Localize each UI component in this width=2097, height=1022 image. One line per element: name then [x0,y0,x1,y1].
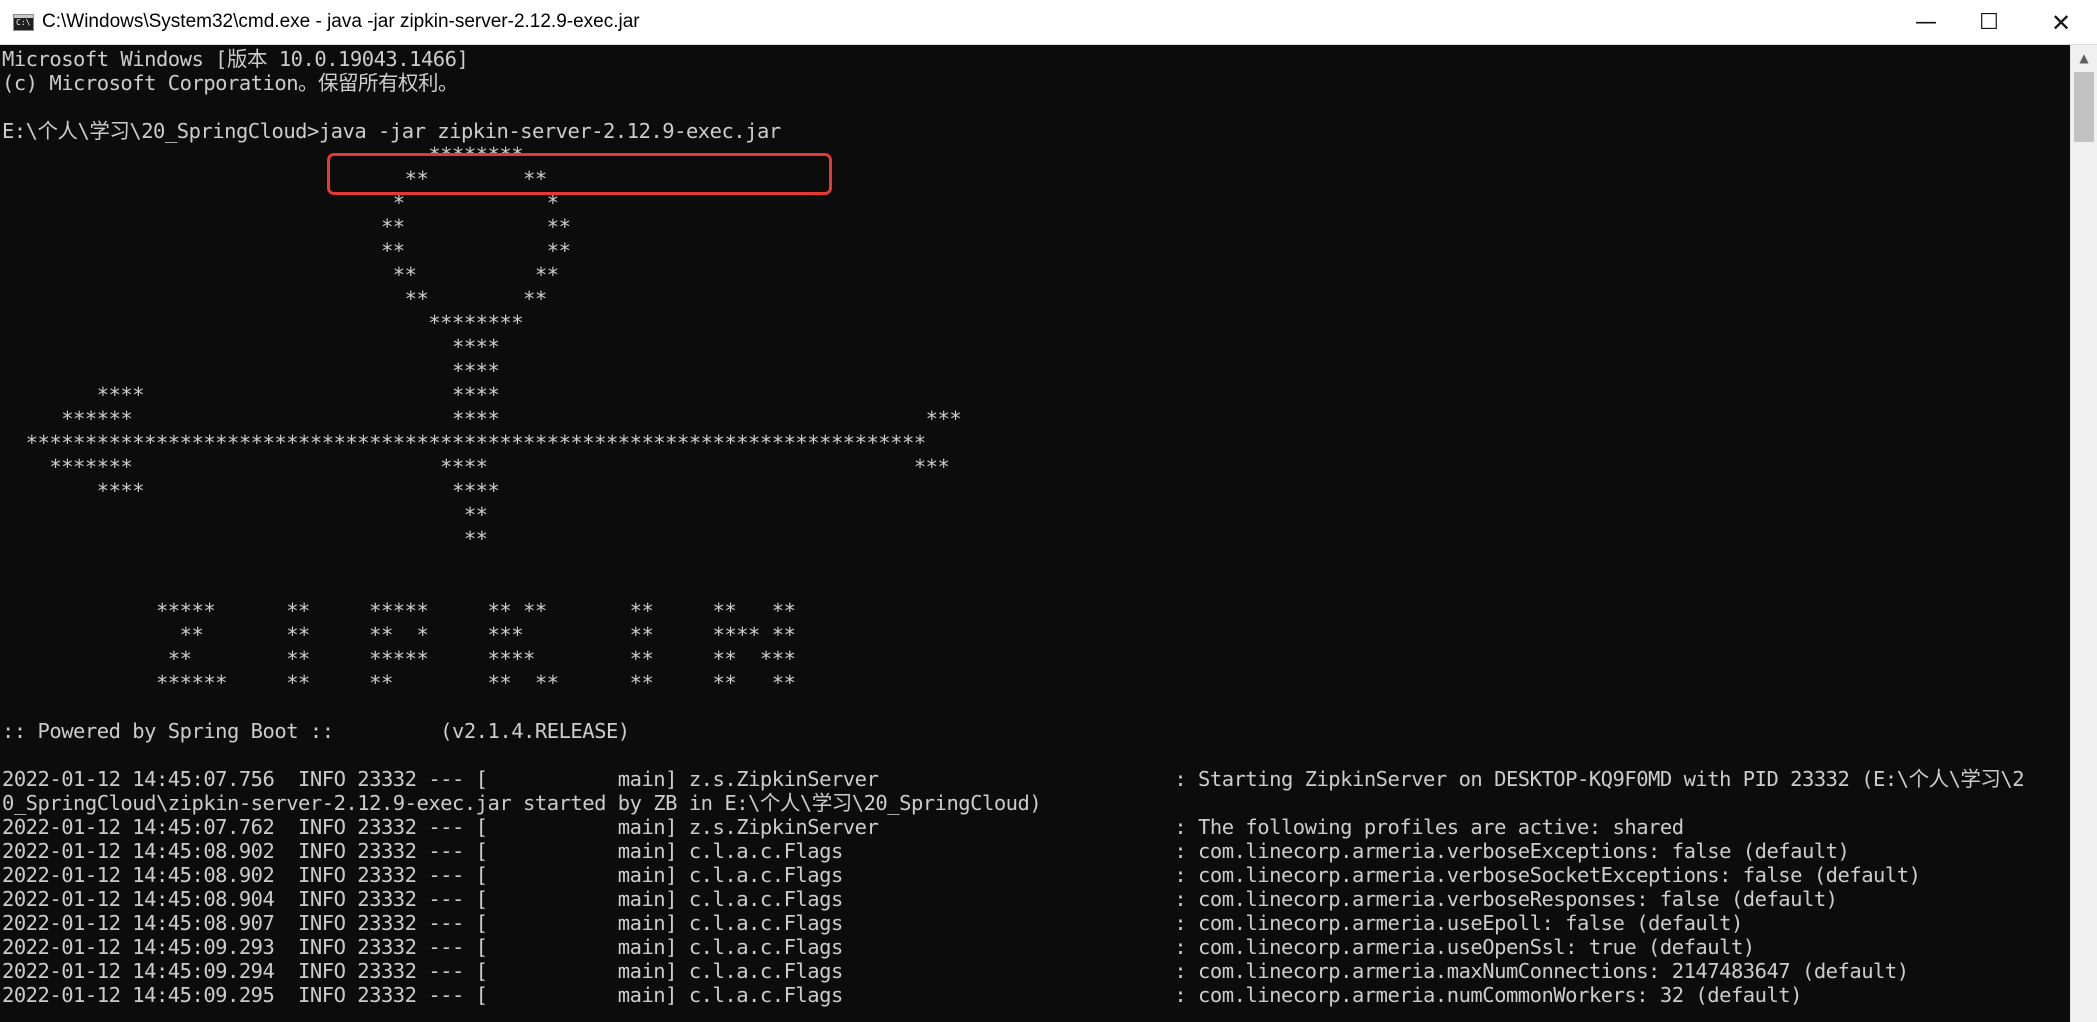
console-line: 2022-01-12 14:45:07.756 INFO 23332 --- [… [2,767,2025,791]
console-line: (c) Microsoft Corporation。保留所有权利。 [2,71,459,95]
window-title: C:\Windows\System32\cmd.exe - java -jar … [42,11,640,32]
console-line: ** ** [2,287,548,311]
console-line: 2022-01-12 14:45:08.902 INFO 23332 --- [… [2,863,1921,887]
console-line: **** [2,335,500,359]
console-line: ****** **** *** [2,407,962,431]
console-line: ******** [2,143,524,167]
console-line: ** ** ***** **** ** ** *** [2,647,796,671]
console-line: ****** ** ** ** ** ** ** ** [2,671,796,695]
title-bar[interactable]: C:\ C:\Windows\System32\cmd.exe - java -… [0,0,2097,45]
command-highlight-box [327,153,832,195]
console-line: * * [2,191,559,215]
console-line: ** ** [2,167,548,191]
console-line: 2022-01-12 14:45:09.295 INFO 23332 --- [… [2,983,1803,1007]
console-line: ** ** [2,239,571,263]
console-line: 0_SpringCloud\zipkin-server-2.12.9-exec.… [2,791,1042,815]
console-line: **** **** [2,479,500,503]
console-line: ******** [2,311,524,335]
console-line: 2022-01-12 14:45:08.904 INFO 23332 --- [… [2,887,1838,911]
vertical-scrollbar[interactable]: ▲ [2070,45,2097,1022]
console-line: ***** ** ***** ** ** ** ** ** [2,599,796,623]
maximize-button[interactable]: ☐ [1958,0,2020,45]
console-line: :: Powered by Spring Boot :: (v2.1.4.REL… [2,719,630,743]
minimize-button[interactable]: — [1895,0,1957,45]
console-line: **** [2,359,500,383]
console-line: Microsoft Windows [版本 10.0.19043.1466] [2,47,469,71]
console-text: Microsoft Windows [版本 10.0.19043.1466] (c… [2,47,2025,1007]
console-line: **** **** [2,383,500,407]
console-line: 2022-01-12 14:45:08.902 INFO 23332 --- [… [2,839,1850,863]
console-line: 2022-01-12 14:45:08.907 INFO 23332 --- [… [2,911,1743,935]
console-line: 2022-01-12 14:45:09.293 INFO 23332 --- [… [2,935,1755,959]
scroll-thumb[interactable] [2074,72,2094,142]
console-line: ** [2,527,488,551]
console-line: ** ** [2,215,571,239]
console-line: ****************************************… [2,431,927,455]
close-button[interactable]: ✕ [2025,0,2097,45]
console-output[interactable]: Microsoft Windows [版本 10.0.19043.1466] (c… [0,45,2070,1022]
console-line: ******* **** *** [2,455,950,479]
console-line: ** ** ** * *** ** **** ** [2,623,796,647]
console-line: ** [2,503,488,527]
console-line: E:\个人\学习\20_SpringCloud>java -jar zipkin… [2,119,781,143]
scroll-up-arrow-icon[interactable]: ▲ [2071,45,2097,71]
console-line: ** ** [2,263,559,287]
cmd-icon: C:\ [13,14,34,31]
console-line: 2022-01-12 14:45:07.762 INFO 23332 --- [… [2,815,1684,839]
console-line: 2022-01-12 14:45:09.294 INFO 23332 --- [… [2,959,1909,983]
